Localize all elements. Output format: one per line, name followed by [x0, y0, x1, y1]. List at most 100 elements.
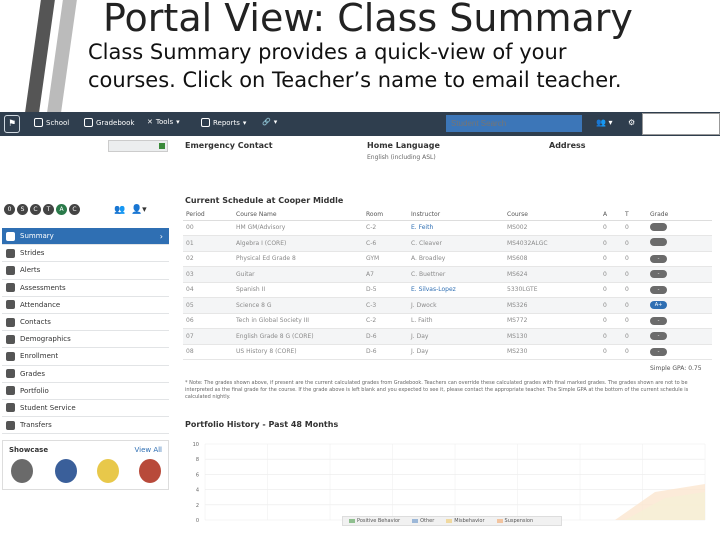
legend-item[interactable]: Suspension: [496, 518, 533, 524]
legend-item[interactable]: Positive Behavior: [349, 518, 400, 524]
table-cell: English Grade 8 G (CORE): [233, 328, 363, 345]
portal-logo-icon[interactable]: ⚑: [4, 115, 20, 133]
menu-label: Strides: [20, 249, 45, 258]
legend-swatch: [412, 519, 419, 523]
group-icon[interactable]: 👥: [114, 205, 125, 215]
nav-gradebook[interactable]: Gradebook: [84, 118, 134, 127]
y-tick-label: 8: [196, 457, 199, 463]
showcase-panel: Showcase View All: [2, 440, 169, 490]
teacher-email-link[interactable]: E. Silvas-Lopez: [408, 282, 504, 298]
settings-menu[interactable]: ⚙: [628, 118, 635, 127]
grade-badge[interactable]: [650, 238, 667, 247]
menu-item-portfolio[interactable]: Portfolio: [2, 382, 169, 400]
menu-item-attendance[interactable]: Attendance: [2, 296, 169, 314]
legend-item[interactable]: Misbehavior: [446, 518, 485, 524]
table-cell: C-2: [363, 220, 408, 236]
badge-icon[interactable]: [55, 459, 77, 483]
table-cell: 0: [600, 251, 622, 267]
school-icon: [34, 118, 43, 127]
grade-badge[interactable]: -: [650, 254, 667, 263]
teacher-email-link[interactable]: C. Cleaver: [408, 235, 504, 252]
badge-icon[interactable]: [97, 459, 119, 483]
summary-icon: [6, 231, 15, 241]
column-header: Room: [363, 209, 408, 221]
flag-circle[interactable]: C: [30, 204, 41, 215]
portfolio-title: Portfolio History - Past 48 Months: [185, 420, 339, 429]
menu-item-assessments[interactable]: Assessments: [2, 279, 169, 297]
student-flags: 0 S C T A C: [4, 204, 80, 215]
grade-badge[interactable]: [650, 222, 667, 231]
teacher-email-link[interactable]: J. Day: [408, 344, 504, 360]
grade-badge[interactable]: -: [650, 332, 667, 341]
badge-icon[interactable]: [11, 459, 33, 483]
table-cell: -: [647, 328, 712, 345]
table-cell: C-6: [363, 235, 408, 252]
student-search-input[interactable]: [446, 115, 582, 132]
user-box[interactable]: [642, 113, 720, 135]
alerts-icon: [6, 265, 15, 275]
table-cell: 05: [183, 297, 233, 314]
badge-icon[interactable]: [139, 459, 161, 483]
flag-circle[interactable]: 0: [4, 204, 15, 215]
subtitle-line-2: courses. Click on Teacher’s name to emai…: [88, 68, 622, 92]
teacher-email-link[interactable]: J. Dwock: [408, 297, 504, 314]
table-cell: Guitar: [233, 266, 363, 283]
table-cell: -: [647, 313, 712, 329]
table-cell: 5330LGTE: [504, 282, 600, 298]
teacher-email-link[interactable]: E. Feith: [408, 220, 504, 236]
view-all-link[interactable]: View All: [134, 446, 162, 454]
nav-school-label: School: [46, 118, 70, 127]
table-cell: 08: [183, 344, 233, 360]
grade-badge[interactable]: -: [650, 270, 667, 279]
column-header: Course: [504, 209, 600, 221]
flag-circle[interactable]: T: [43, 204, 54, 215]
table-cell: HM GM/Advisory: [233, 220, 363, 236]
menu-item-transfers[interactable]: Transfers: [2, 417, 169, 435]
person-icon[interactable]: 👤▾: [131, 205, 147, 215]
table-cell: MS130: [504, 328, 600, 345]
gradebook-icon: [84, 118, 93, 127]
teacher-email-link[interactable]: A. Broadley: [408, 251, 504, 267]
flag-circle[interactable]: A: [56, 204, 67, 215]
menu-item-alerts[interactable]: Alerts: [2, 262, 169, 280]
chart-legend: Positive Behavior Other Misbehavior Suspens…: [342, 516, 562, 526]
grades-icon: [6, 369, 15, 379]
table-cell: 0: [600, 344, 622, 360]
menu-item-contacts[interactable]: Contacts: [2, 313, 169, 332]
table-cell: C-3: [363, 297, 408, 314]
nav-reports[interactable]: Reports ▾: [201, 118, 246, 127]
grade-badge[interactable]: A+: [650, 301, 667, 310]
table-cell: -: [647, 266, 712, 283]
demographics-icon: [6, 334, 15, 344]
menu-item-student-service[interactable]: Student Service: [2, 399, 169, 418]
teacher-email-link[interactable]: C. Buettner: [408, 266, 504, 283]
menu-item-grades[interactable]: Grades: [2, 365, 169, 383]
table-row: 00 HM GM/Advisory C-2 E. Feith MS002 0 0: [183, 220, 712, 236]
legend-swatch: [446, 519, 453, 523]
menu-label: Grades: [20, 369, 45, 378]
y-tick-label: 10: [193, 442, 199, 448]
enrollment-icon: [6, 351, 15, 361]
teacher-email-link[interactable]: L. Faith: [408, 313, 504, 329]
grade-badge[interactable]: -: [650, 347, 667, 356]
nav-school[interactable]: School: [34, 118, 69, 127]
grades-note: * Note: The grades shown above, if prese…: [185, 380, 689, 400]
grade-badge[interactable]: -: [650, 316, 667, 325]
menu-item-enrollment[interactable]: Enrollment: [2, 348, 169, 366]
users-menu[interactable]: 👥 ▾: [596, 118, 613, 127]
teacher-email-link[interactable]: J. Day: [408, 328, 504, 345]
flag-circle[interactable]: C: [69, 204, 80, 215]
flag-circle[interactable]: S: [17, 204, 28, 215]
menu-item-strides[interactable]: Strides: [2, 245, 169, 263]
grade-badge[interactable]: -: [650, 285, 667, 294]
menu-item-summary[interactable]: Summary ›: [2, 228, 169, 246]
assessments-icon: [6, 283, 15, 293]
table-cell: 0: [622, 297, 647, 314]
table-row: 01 Algebra I (CORE) C-6 C. Cleaver MS4032ALG…: [183, 235, 712, 252]
table-cell: [647, 235, 712, 252]
menu-label: Assessments: [20, 283, 66, 292]
menu-item-demographics[interactable]: Demographics: [2, 331, 169, 349]
nav-tools[interactable]: ✕ Tools ▾: [147, 118, 180, 126]
legend-item[interactable]: Other: [412, 518, 434, 524]
nav-links[interactable]: 🔗 ▾: [262, 118, 277, 126]
